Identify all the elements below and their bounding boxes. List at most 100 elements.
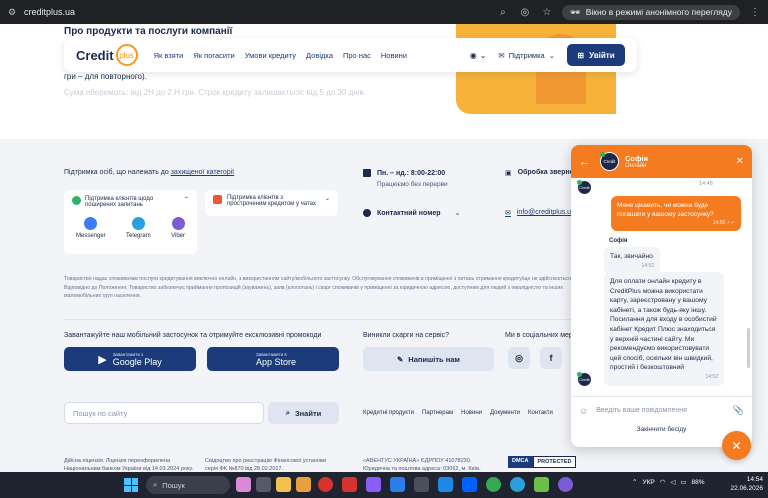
edge-icon[interactable] <box>390 477 405 492</box>
paperclip-icon[interactable]: 📎 <box>733 405 744 416</box>
eye-off-icon[interactable]: ◎ <box>518 5 532 19</box>
viber-link[interactable]: Viber <box>171 217 185 239</box>
messenger-apps: Messenger Telegram Viber <box>72 217 189 239</box>
taskbar-search[interactable]: ⌕ Пошук <box>146 476 230 494</box>
login-button[interactable]: ⊞ Увійти <box>567 44 625 66</box>
site-info-icon[interactable]: ⚙ <box>6 6 18 18</box>
store-small-text: Завантажити в <box>255 351 287 357</box>
dropbox-icon[interactable] <box>462 477 477 492</box>
contact-number-dropdown[interactable]: Контактний номер ⌄ <box>363 209 460 217</box>
messenger-link[interactable]: Messenger <box>76 217 106 239</box>
chat-bubble-icon: ▣ <box>505 170 512 177</box>
chat-scrollbar[interactable] <box>747 328 750 368</box>
telegram-icon <box>131 217 145 230</box>
dmca-badge[interactable]: DMCA PROTECTED <box>508 456 577 468</box>
footer-link[interactable]: Контакти <box>528 410 553 416</box>
back-arrow-icon[interactable]: ← <box>579 156 590 168</box>
footer-links: Кредитні продукти Партнерам Новини Докум… <box>363 410 553 416</box>
volume-icon[interactable]: ◁ <box>670 478 675 486</box>
chrome-icon[interactable] <box>486 477 501 492</box>
task-view-icon[interactable] <box>256 477 271 492</box>
nav-link-help[interactable]: Довідка <box>306 51 333 60</box>
support-label: Підтримка <box>508 50 545 60</box>
email-link[interactable]: ✉ info@creditplus.ua <box>505 209 575 217</box>
accessibility-toggle[interactable]: ◉ ⌄ <box>470 51 487 60</box>
wifi-icon[interactable]: ◠ <box>660 478 666 486</box>
app-label: Messenger <box>76 233 106 239</box>
file-explorer-icon[interactable] <box>296 477 311 492</box>
battery-icon[interactable]: ▭ <box>680 478 686 486</box>
logo-text: Credit <box>76 47 114 63</box>
main-nav: Credit plus Як взяти Як погасити Умови к… <box>64 38 637 72</box>
footer-link[interactable]: Новини <box>461 410 482 416</box>
incognito-indicator[interactable]: 🕶 Вікно в режимі анонімного перегляду <box>561 4 740 20</box>
app-store-button[interactable]: Завантажити в App Store <box>207 347 339 371</box>
support-dropdown[interactable]: ✉ Підтримка ⌄ <box>498 51 555 60</box>
emoji-icon[interactable]: ☺ <box>579 406 588 416</box>
store-icon[interactable] <box>414 477 429 492</box>
app-icon[interactable] <box>438 477 453 492</box>
overdue-support-box[interactable]: Підтримка клієнтів з простроченим кредит… <box>205 190 338 216</box>
nav-link-how-to-repay[interactable]: Як погасити <box>193 51 234 60</box>
footer-link[interactable]: Партнерам <box>422 410 453 416</box>
divider <box>64 319 574 320</box>
search-icon[interactable]: ⌕ <box>496 5 510 19</box>
language-indicator[interactable]: УКР <box>642 479 654 486</box>
windows-start-icon[interactable] <box>124 478 138 492</box>
viber-icon <box>171 217 185 230</box>
star-icon[interactable]: ☆ <box>540 5 554 19</box>
instagram-icon[interactable]: ◎ <box>508 347 530 369</box>
protected-category-link[interactable]: захищеної категорії <box>171 169 234 176</box>
footer-link[interactable]: Кредитні продукти <box>363 410 414 416</box>
clock[interactable]: 14:54 22.06.2026 <box>725 475 763 493</box>
license-info: Дійсна ліцензія. Ліцензія переоформлена … <box>64 458 194 472</box>
online-status-dot <box>600 152 605 157</box>
footer-link[interactable]: Документи <box>490 410 520 416</box>
chevron-up-icon[interactable]: ⌃ <box>632 478 637 486</box>
message-time: 14:52 <box>641 262 654 269</box>
folder-icon[interactable] <box>276 477 291 492</box>
incognito-icon: 🕶 <box>569 6 581 17</box>
app-icon[interactable] <box>366 477 381 492</box>
support-title-text: Підтримка осіб, що належать до <box>64 169 171 176</box>
copilot-icon[interactable] <box>236 477 251 492</box>
nav-link-how-to-get[interactable]: Як взяти <box>154 51 184 60</box>
nav-link-about[interactable]: Про нас <box>343 51 371 60</box>
viber-icon[interactable] <box>558 477 573 492</box>
login-label: Увійти <box>589 50 615 60</box>
hours-note: Працюємо без перерви <box>377 181 448 188</box>
site-search-input[interactable]: Пошук по сайту <box>64 402 264 424</box>
message-input[interactable]: ☺ Введіть ваше повідомлення 📎 <box>571 396 752 424</box>
avatar: Credit <box>577 372 592 387</box>
address-bar[interactable]: creditplus.ua <box>24 7 75 17</box>
faq-support-header[interactable]: Підтримка клієнтів щодо поширених запита… <box>72 196 189 208</box>
app-icon[interactable] <box>534 477 549 492</box>
close-icon[interactable]: ✕ <box>736 156 744 167</box>
nav-links: Як взяти Як погасити Умови кредиту Довід… <box>154 51 407 60</box>
phone-icon <box>363 209 371 217</box>
app-l-icon[interactable] <box>342 477 357 492</box>
nav-link-credit-terms[interactable]: Умови кредиту <box>245 51 296 60</box>
clock-date: 22.06.2026 <box>730 485 763 492</box>
battery-percent: 88% <box>691 478 705 486</box>
logo[interactable]: Credit plus <box>76 44 138 66</box>
end-chat-button[interactable]: Закінчити бесіду <box>571 426 752 433</box>
chat-close-fab[interactable]: ✕ <box>722 431 751 460</box>
opera-icon[interactable] <box>318 477 333 492</box>
telegram-icon[interactable] <box>510 477 525 492</box>
message-time: 14:48 <box>699 181 713 187</box>
nav-link-news[interactable]: Новини <box>381 51 407 60</box>
windows-icon: ⊞ <box>577 50 585 60</box>
telegram-link[interactable]: Telegram <box>126 217 151 239</box>
registration-info: Свідоцтво про реєстрацію Фінансової уста… <box>205 458 326 472</box>
browser-toolbar: ⚙ creditplus.ua ⌕ ◎ ☆ 🕶 Вікно в режимі а… <box>0 0 768 24</box>
google-play-button[interactable]: ▶ Завантажити з Google Play <box>64 347 196 371</box>
app-title: Завантажуйте наш мобільний застосунок та… <box>64 332 322 339</box>
search-button[interactable]: ⌕ Знайти <box>268 402 339 424</box>
store-big-text: Google Play <box>112 356 162 367</box>
menu-icon[interactable]: ⋮ <box>748 5 762 19</box>
write-us-button[interactable]: ✎ Напишіть нам <box>363 347 494 371</box>
hero-text: гри – для повторного). <box>64 72 147 81</box>
agent-status: Онлайн <box>625 163 647 169</box>
facebook-icon[interactable]: f <box>540 347 562 369</box>
